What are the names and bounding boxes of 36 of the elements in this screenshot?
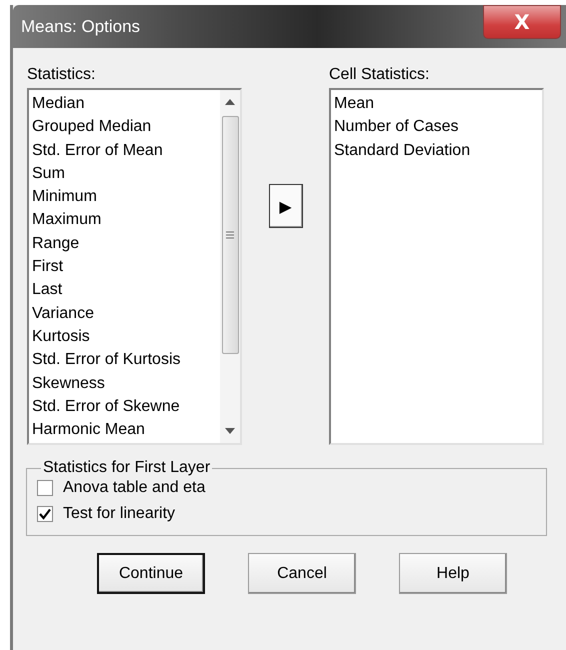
checkbox-label[interactable]: Test for linearity — [63, 505, 176, 523]
list-item[interactable]: Number of Cases — [334, 115, 458, 139]
scroll-thumb[interactable] — [222, 116, 238, 354]
list-item[interactable]: Grouped Median — [32, 115, 152, 139]
list-item[interactable]: Variance — [32, 302, 94, 325]
list-item[interactable]: Maximum — [32, 208, 102, 232]
list-item[interactable]: Minimum — [32, 185, 97, 208]
checkbox-label[interactable]: Anova table and eta — [63, 479, 206, 497]
checkbox[interactable] — [37, 506, 53, 522]
list-item[interactable]: Standard Deviation — [334, 138, 470, 162]
close-button[interactable]: X — [483, 5, 561, 39]
list-item[interactable]: Std. Error of Skewne — [32, 394, 180, 418]
list-item[interactable]: Median — [32, 92, 84, 116]
list-item[interactable]: Range — [32, 232, 80, 256]
list-item[interactable]: Harmonic Mean — [32, 418, 145, 442]
dialog-button[interactable]: Help — [399, 553, 507, 594]
window-title: Means: Options — [21, 16, 140, 36]
grip-icon — [226, 231, 234, 239]
move-button[interactable]: ▶ — [268, 184, 302, 228]
scroll-up-icon[interactable] — [224, 98, 236, 106]
list-item[interactable]: Std. Error of Mean — [32, 138, 163, 162]
list-item[interactable]: Mean — [334, 92, 374, 116]
dialog-button[interactable]: Continue — [97, 553, 205, 594]
list-item[interactable]: Std. Error of Kurtosis — [32, 348, 180, 372]
dialog-button[interactable]: Cancel — [248, 553, 356, 594]
list-item[interactable]: Kurtosis — [32, 324, 90, 348]
group-title: Statistics for First Layer — [42, 459, 212, 477]
list-item[interactable]: First — [32, 255, 64, 278]
list-item[interactable]: Sum — [32, 162, 65, 186]
scrollbar[interactable] — [220, 90, 240, 443]
list-label: Cell Statistics: — [329, 66, 430, 84]
list-label: Statistics: — [27, 66, 96, 84]
scroll-down-icon[interactable] — [224, 427, 236, 435]
checkbox[interactable] — [37, 480, 53, 496]
list-item[interactable]: Skewness — [32, 372, 105, 395]
list-item[interactable]: Last — [32, 278, 62, 302]
